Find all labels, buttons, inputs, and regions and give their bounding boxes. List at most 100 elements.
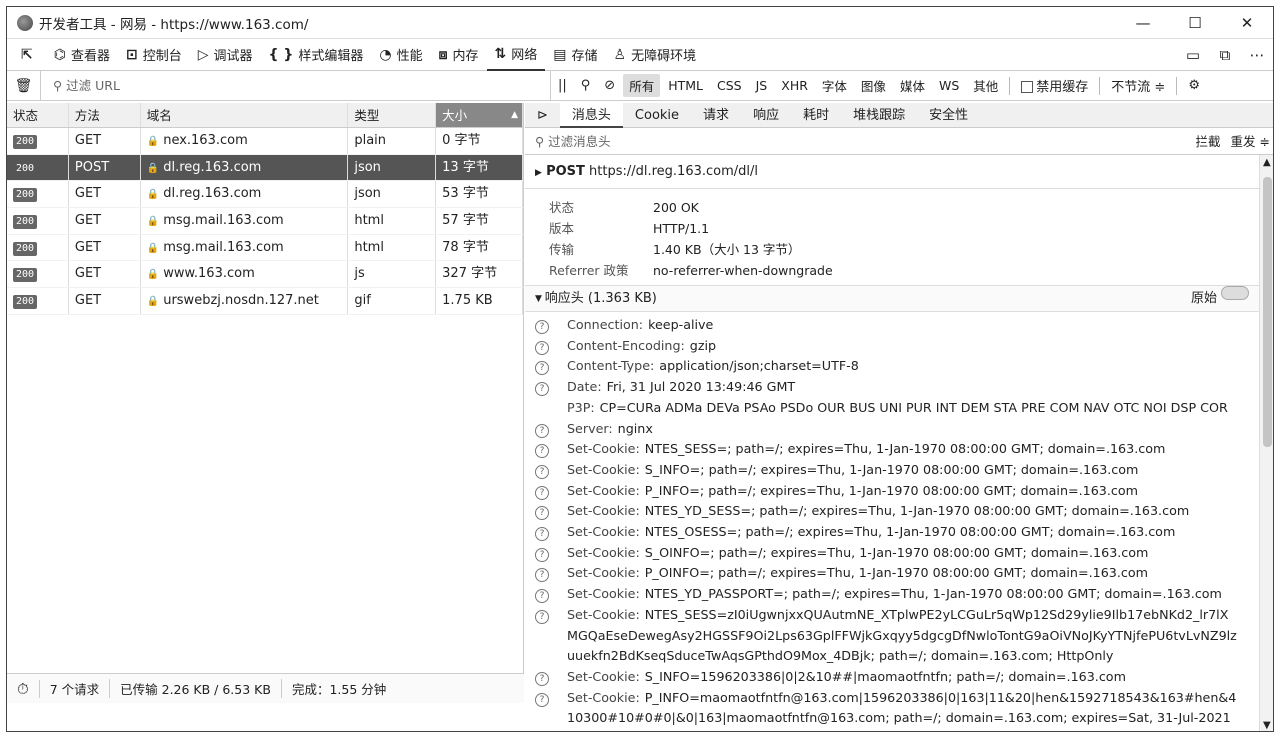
firefox-icon: [17, 14, 33, 31]
type-filter-css[interactable]: CSS: [711, 76, 748, 95]
table-row[interactable]: 200 POST 🔒 dl.reg.163.com json 13 字节: [7, 154, 523, 182]
tab-console[interactable]: ⊡ 控制台: [118, 39, 190, 71]
scroll-down-icon[interactable]: ▼: [1263, 720, 1271, 731]
help-icon[interactable]: ?: [535, 481, 567, 502]
table-row[interactable]: 200 GET 🔒 msg.mail.163.com html 57 字节: [7, 208, 523, 235]
help-icon[interactable]: ?: [535, 522, 567, 543]
split-console-icon[interactable]: ⧉: [1209, 46, 1241, 64]
response-headers-title: 响应头 (1.363 KB): [544, 291, 657, 306]
tab-performance[interactable]: ◔ 性能: [371, 39, 430, 71]
col-size[interactable]: 大小 ▲: [436, 103, 523, 127]
trash-icon[interactable]: 🗑: [7, 70, 41, 101]
tab-memory[interactable]: ⧈ 内存: [431, 39, 487, 71]
filter-headers-input[interactable]: 过滤消息头: [548, 128, 1190, 154]
settings-gear-icon[interactable]: ⚙: [1181, 78, 1207, 93]
type-filter-image[interactable]: 图像: [855, 74, 892, 97]
response-headers-section[interactable]: ▼ 响应头 (1.363 KB) 原始: [525, 286, 1259, 312]
tab-cookie[interactable]: Cookie: [623, 103, 691, 128]
type-filter-other[interactable]: 其他: [967, 74, 1004, 97]
tab-stack-trace[interactable]: 堆栈跟踪: [841, 103, 917, 128]
raw-toggle[interactable]: [1221, 286, 1249, 300]
type-filter-media[interactable]: 媒体: [894, 74, 931, 97]
pause-button[interactable]: ||: [551, 78, 574, 93]
col-type[interactable]: 类型: [348, 103, 437, 127]
help-icon[interactable]: ?: [535, 460, 567, 481]
help-icon[interactable]: ?: [535, 667, 567, 688]
tab-inspector[interactable]: ⌬ 查看器: [46, 39, 118, 71]
help-icon[interactable]: ?: [535, 543, 567, 564]
network-arrows-icon: ⇅: [494, 45, 507, 62]
tab-security[interactable]: 安全性: [917, 103, 980, 128]
help-icon[interactable]: ?: [535, 315, 567, 336]
help-icon[interactable]: ?: [535, 584, 567, 605]
tab-request[interactable]: 请求: [691, 103, 741, 128]
details-scrollbar[interactable]: ▲ ▼: [1259, 155, 1273, 731]
help-icon[interactable]: ?: [535, 605, 567, 667]
type-filter-xhr[interactable]: XHR: [775, 76, 814, 95]
tab-accessibility[interactable]: ♙ 无障碍环境: [606, 39, 705, 71]
help-icon[interactable]: ?: [535, 356, 567, 377]
tab-storage[interactable]: ▤ 存储: [545, 39, 605, 71]
header-name: Set-Cookie:: [567, 441, 640, 457]
help-icon[interactable]: ?: [535, 501, 567, 522]
help-icon[interactable]: ?: [535, 336, 567, 357]
col-domain[interactable]: 域名: [141, 103, 349, 127]
type-filter-js[interactable]: JS: [750, 76, 774, 95]
col-status[interactable]: 状态: [7, 103, 69, 127]
more-icon[interactable]: ⋯: [1241, 46, 1273, 64]
tab-network[interactable]: ⇅ 网络: [486, 39, 546, 71]
filter-url-input[interactable]: ⚲ 过滤 URL: [41, 70, 551, 101]
tab-headers[interactable]: 消息头: [559, 102, 623, 128]
col-method[interactable]: 方法: [69, 103, 141, 127]
toggle-sidebar-icon[interactable]: ⊳: [525, 103, 560, 128]
header-line: ? Set-Cookie: S_OINFO=; path=/; expires=Th…: [525, 543, 1259, 564]
resend-button[interactable]: 重发 ≑: [1226, 128, 1273, 154]
tab-style-editor[interactable]: { } 样式编辑器: [261, 39, 372, 71]
help-icon[interactable]: ?: [535, 419, 567, 440]
request-summary: 状态 200 OK 版本 HTTP/1.1 传输 1.40 KB（大小 13 字节） Ref…: [525, 189, 1259, 286]
table-row[interactable]: 200 GET 🔒 nex.163.com plain 0 字节: [7, 128, 523, 155]
header-value: P_OINFO=; path=/; expires=Thu, 1-Jan-197…: [644, 565, 1148, 581]
throttle-select[interactable]: 不节流 ≑: [1104, 76, 1172, 95]
dock-icon[interactable]: ▭: [1177, 46, 1209, 64]
header-line: ? Set-Cookie: NTES_YD_PASSPORT=; path=/; e…: [525, 584, 1259, 605]
type-filter-font[interactable]: 字体: [816, 74, 853, 97]
close-button[interactable]: ✕: [1221, 14, 1273, 32]
table-row[interactable]: 200 GET 🔒 www.163.com js 327 字节: [7, 261, 523, 289]
scrollbar-thumb[interactable]: [1263, 177, 1272, 447]
lock-icon: 🔒: [146, 136, 160, 147]
tab-response[interactable]: 响应: [741, 103, 791, 128]
type-filter-ws[interactable]: WS: [933, 76, 965, 95]
summary-key: 版本: [549, 221, 575, 236]
status-badge: 200: [7, 261, 69, 288]
status-code: 200: [13, 241, 38, 256]
help-icon[interactable]: ?: [535, 377, 567, 398]
help-icon[interactable]: ?: [535, 439, 567, 460]
help-icon[interactable]: ?: [535, 563, 567, 584]
help-icon[interactable]: [535, 398, 567, 419]
request-details: ⊳ 消息头 Cookie 请求 响应 耗时 堆栈跟踪 安全性 ⚲ 过滤消息头 拦…: [525, 102, 1273, 731]
lock-icon: 🔒: [146, 189, 160, 201]
type-filter-html[interactable]: HTML: [662, 76, 709, 95]
block-icon[interactable]: ⊘: [597, 78, 622, 93]
scroll-up-icon[interactable]: ▲: [1263, 157, 1271, 168]
pick-element-button[interactable]: ⇱: [13, 39, 46, 71]
header-line: ? Set-Cookie: P_INFO=maomaotfntfn@163.com|…: [525, 688, 1259, 731]
raw-label: 原始: [1190, 291, 1217, 306]
domain-cell: 🔒 www.163.com: [141, 261, 349, 288]
maximize-button[interactable]: ☐: [1169, 14, 1221, 32]
table-row[interactable]: 200 GET 🔒 dl.reg.163.com json 53 字节: [7, 181, 523, 209]
request-line[interactable]: ▶ POST https://dl.reg.163.com/dl/l: [525, 155, 1259, 189]
tab-debugger[interactable]: ▷ 调试器: [190, 39, 261, 71]
table-row[interactable]: 200 GET 🔒 msg.mail.163.com html 78 字节: [7, 234, 523, 262]
method-cell: GET: [69, 261, 141, 288]
block-button[interactable]: 拦截: [1191, 128, 1226, 154]
tab-timings[interactable]: 耗时: [791, 103, 841, 128]
type-filter-all[interactable]: 所有: [623, 74, 661, 97]
table-row[interactable]: 200 GET 🔒 urswebzj.nosdn.127.net gif 1.75…: [7, 288, 523, 315]
search-icon[interactable]: ⚲: [574, 78, 598, 93]
header-line: ? Set-Cookie: S_INFO=; path=/; expires=Thu…: [525, 460, 1259, 481]
help-icon[interactable]: ?: [535, 688, 567, 731]
minimize-button[interactable]: —: [1117, 14, 1169, 32]
disable-cache-checkbox[interactable]: 禁用缓存: [1014, 76, 1095, 95]
